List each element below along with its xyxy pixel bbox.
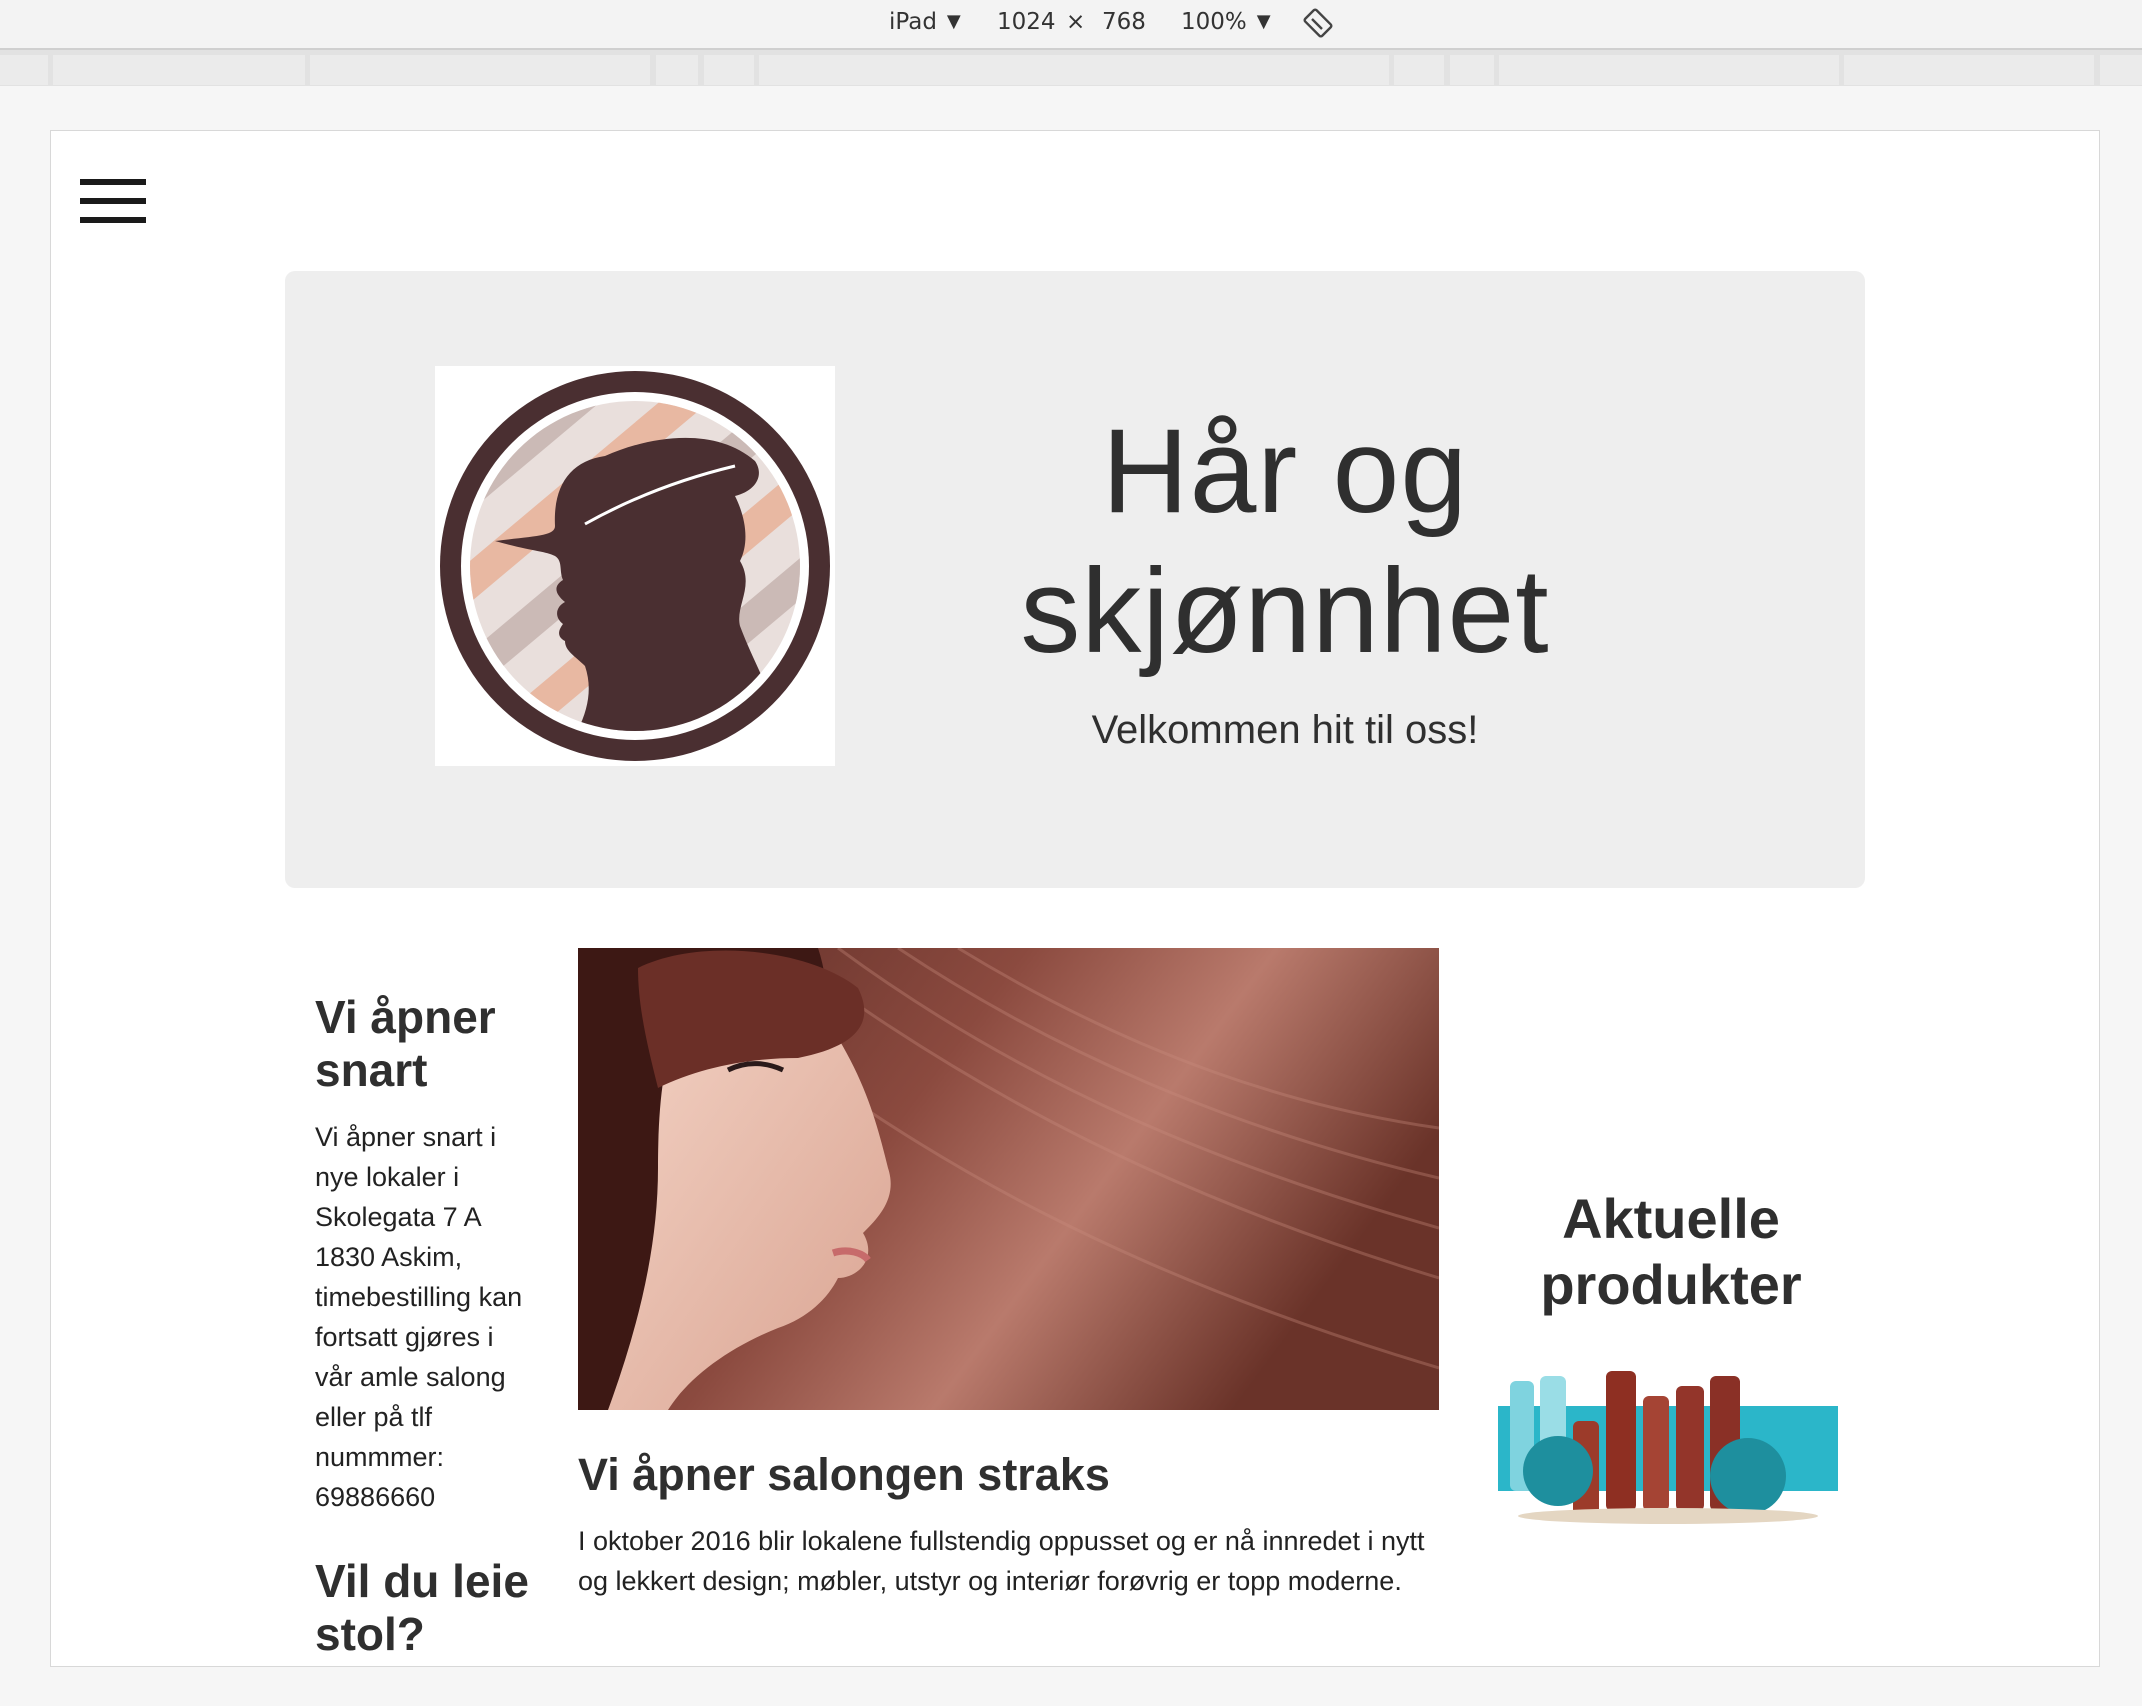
site-subtitle: Velkommen hit til oss! xyxy=(1091,708,1479,752)
hero-banner: Hår og skjønnhet Velkommen hit til oss! xyxy=(285,271,1865,888)
product-bottles-image xyxy=(1498,1371,1838,1524)
zoom-label: 100% xyxy=(1181,9,1247,35)
ruler-segment[interactable] xyxy=(1499,55,1839,85)
opening-soon-heading: Vi åpner snart xyxy=(315,991,496,1096)
ruler-segment[interactable] xyxy=(704,55,754,85)
rotate-icon[interactable] xyxy=(1302,7,1334,39)
menu-bar xyxy=(80,198,146,204)
device-select[interactable]: iPad ▼ xyxy=(889,9,961,35)
zoom-select[interactable]: 100% ▼ xyxy=(1181,9,1271,35)
height-value: 768 xyxy=(1102,9,1146,35)
woman-hat-silhouette-logo xyxy=(440,371,830,761)
products-heading: Aktuelle produkter xyxy=(1540,1187,1802,1316)
width-value: 1024 xyxy=(997,9,1056,35)
menu-bar xyxy=(80,179,146,185)
menu-bar xyxy=(80,217,146,223)
ruler-segment[interactable] xyxy=(656,55,698,85)
article-title: Vi åpner salongen straks xyxy=(578,1449,1110,1500)
device-label: iPad xyxy=(889,9,937,35)
menu-button[interactable] xyxy=(80,179,146,227)
page-viewport: Hår og skjønnhet Velkommen hit til oss! … xyxy=(50,130,2100,1667)
ruler-segment[interactable] xyxy=(759,55,1389,85)
ruler-segment[interactable] xyxy=(1844,55,2094,85)
caret-down-icon: ▼ xyxy=(1256,11,1271,32)
site-title-line1: Hår og xyxy=(1101,404,1469,538)
ruler-segment[interactable] xyxy=(2100,55,2142,85)
salon-logo[interactable] xyxy=(435,366,835,766)
article-text: I oktober 2016 blir lokalene fullstendig… xyxy=(578,1526,1425,1596)
width-field[interactable]: 1024 xyxy=(997,9,1056,35)
site-title: Hår og skjønnhet xyxy=(885,401,1685,681)
hero-photo xyxy=(578,948,1439,1410)
rent-chair-heading: Vil du leie stol? xyxy=(315,1555,529,1660)
left-column: Vi åpner snart Vi åpner snart i nye loka… xyxy=(315,991,535,1661)
ruler-segment[interactable] xyxy=(0,55,48,85)
ruler-segment[interactable] xyxy=(1394,55,1444,85)
ruler-segment[interactable] xyxy=(1450,55,1494,85)
media-query-ruler xyxy=(0,50,2142,86)
dimension-times: × xyxy=(1066,9,1086,35)
device-toolbar: iPad ▼ 1024 × 768 100% ▼ xyxy=(0,0,2142,50)
ruler-segment[interactable] xyxy=(310,55,650,85)
height-field[interactable]: 768 xyxy=(1102,9,1146,35)
woman-long-hair-photo xyxy=(578,948,1439,1410)
products-image[interactable] xyxy=(1498,1361,1838,1526)
site-title-line2: skjønnhet xyxy=(1020,544,1550,678)
ruler-segment[interactable] xyxy=(53,55,305,85)
caret-down-icon: ▼ xyxy=(946,11,961,32)
opening-soon-text: Vi åpner snart i nye lokaler i Skolegata… xyxy=(315,1122,523,1512)
right-column: Aktuelle produkter xyxy=(1501,1186,1841,1318)
